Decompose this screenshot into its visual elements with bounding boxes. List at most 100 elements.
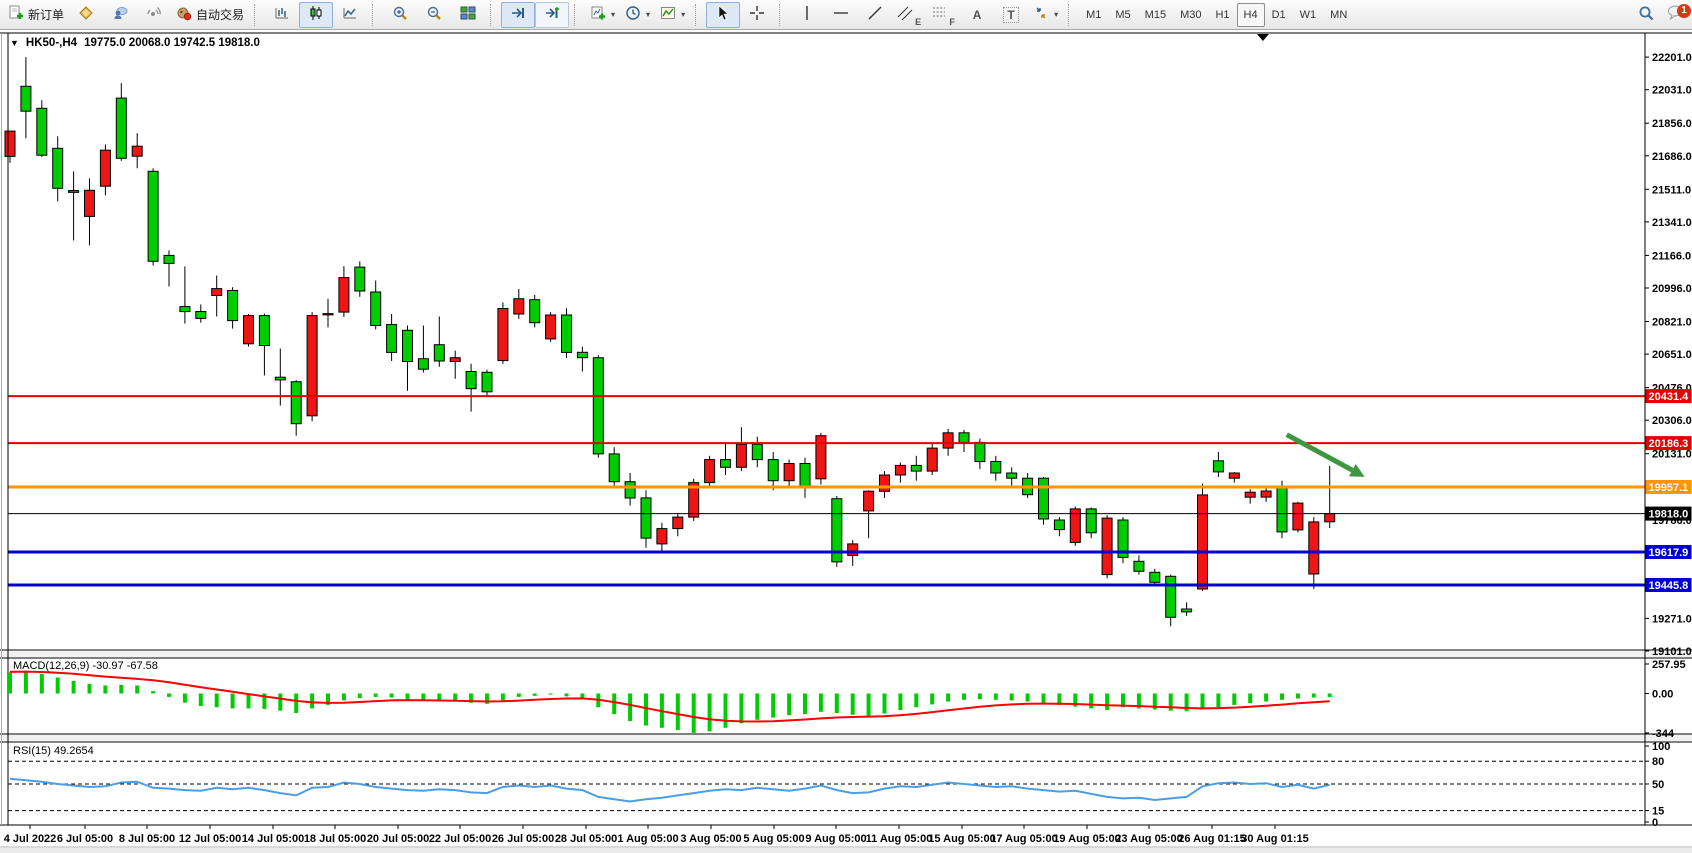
price-tick-label: 22031.0 <box>1652 85 1692 97</box>
pane-splitter[interactable] <box>0 651 1692 657</box>
macd-histogram-bar <box>119 685 123 694</box>
timeframe-m15-button[interactable]: M15 <box>1138 3 1173 27</box>
channel-tool-button[interactable]: E <box>892 2 926 28</box>
market-button[interactable] <box>69 2 103 28</box>
tile-windows-button[interactable] <box>451 2 485 28</box>
vertical-line-tool-button[interactable] <box>790 2 824 28</box>
macd-histogram-bar <box>755 694 759 720</box>
timeframe-m30-button[interactable]: M30 <box>1173 3 1208 27</box>
timeframe-w1-button[interactable]: W1 <box>1293 3 1324 27</box>
macd-histogram-bar <box>1232 694 1236 705</box>
macd-histogram-bar <box>1216 694 1220 708</box>
rsi-scale-label: 80 <box>1652 756 1664 768</box>
macd-histogram-bar <box>390 694 394 698</box>
macd-histogram-bar <box>501 694 505 701</box>
periods-button[interactable]: ▾ <box>620 2 655 28</box>
price-line-badge-label: 19818.0 <box>1649 509 1689 521</box>
price-tick-label: 20306.0 <box>1652 415 1692 427</box>
signal-waves-icon <box>146 5 162 24</box>
symbol-dropdown-icon[interactable]: ▼ <box>10 38 19 48</box>
chart-background <box>0 31 1692 853</box>
timeframe-m5-button[interactable]: M5 <box>1108 3 1137 27</box>
time-tick-label: 11 Aug 05:00 <box>866 833 933 845</box>
template-chart-icon <box>660 5 676 24</box>
time-tick-label: 22 Jul 05:00 <box>429 833 491 845</box>
timeframe-h4-button[interactable]: H4 <box>1237 3 1265 27</box>
zoom-out-button[interactable] <box>417 2 451 28</box>
candle <box>562 308 572 358</box>
line-chart-mode-button[interactable] <box>333 2 367 28</box>
time-tick-label: 8 Jul 05:00 <box>119 833 175 845</box>
macd-histogram-bar <box>215 694 219 708</box>
macd-histogram-bar <box>803 694 807 715</box>
horizontal-line-tool-button[interactable] <box>824 2 858 28</box>
community-button[interactable] <box>103 2 137 28</box>
toolbar-separator <box>490 4 497 26</box>
timeframe-d1-button[interactable]: D1 <box>1265 3 1293 27</box>
trendline-tool-button[interactable] <box>858 2 892 28</box>
macd-histogram-bar <box>40 674 44 694</box>
rsi-pane-label: RSI(15) 49.2654 <box>13 745 94 757</box>
candlestick-mode-button[interactable] <box>299 2 333 28</box>
time-tick-label: 6 Jul 05:00 <box>57 833 113 845</box>
new-order-button[interactable]: 新订单 <box>3 2 69 28</box>
time-tick-label: 18 Jul 05:00 <box>304 833 366 845</box>
chart-shift-icon <box>544 5 560 24</box>
zoom-out-icon <box>426 5 442 24</box>
macd-histogram-bar <box>294 694 298 714</box>
macd-histogram-bar <box>851 694 855 715</box>
bar-chart-mode-button[interactable] <box>265 2 299 28</box>
time-tick-label: 15 Aug 05:00 <box>928 833 995 845</box>
macd-histogram-bar <box>151 691 155 693</box>
macd-scale-label: 0.00 <box>1652 689 1673 701</box>
rsi-scale-label: 50 <box>1652 779 1664 791</box>
macd-histogram-bar <box>898 694 902 711</box>
crosshair-icon <box>749 5 765 24</box>
toolbar-separator <box>254 4 261 26</box>
crosshair-tool-button[interactable] <box>740 2 774 28</box>
macd-histogram-bar <box>1042 694 1046 704</box>
main-toolbar: 新订单 自动交易 <box>0 0 1692 30</box>
price-tick-label: 20651.0 <box>1652 349 1692 361</box>
channel-letter: E <box>915 17 921 27</box>
cursor-tool-button[interactable] <box>706 2 740 28</box>
macd-histogram-bar <box>199 694 203 707</box>
indicators-add-icon <box>590 5 606 24</box>
macd-histogram-bar <box>1201 694 1205 710</box>
window-bottom-strip <box>0 848 1692 853</box>
auto-scroll-button[interactable] <box>501 2 535 28</box>
macd-histogram-bar <box>342 694 346 701</box>
zoom-in-button[interactable] <box>383 2 417 28</box>
fibonacci-tool-button[interactable]: F <box>926 2 960 28</box>
candle <box>530 295 540 328</box>
timeframe-h1-button[interactable]: H1 <box>1208 3 1236 27</box>
macd-histogram-bar <box>1010 694 1014 701</box>
notifications-button[interactable]: 1 <box>1663 3 1689 27</box>
chart-shift-button[interactable] <box>535 2 569 28</box>
macd-histogram-bar <box>612 694 616 715</box>
text-tool-button[interactable]: A <box>960 2 994 28</box>
macd-histogram-bar <box>183 694 187 703</box>
trendline-icon <box>867 5 883 24</box>
indicators-button[interactable]: ▾ <box>585 2 620 28</box>
arrows-tool-button[interactable]: ▾ <box>1028 2 1063 28</box>
macd-histogram-bar <box>962 694 966 700</box>
macd-histogram-bar <box>374 694 378 697</box>
macd-histogram-bar <box>533 694 537 696</box>
signals-button[interactable] <box>137 2 171 28</box>
price-tick-label: 22201.0 <box>1652 52 1692 64</box>
text-label-tool-button[interactable]: T <box>994 2 1028 28</box>
candle <box>1118 517 1128 563</box>
auto-trading-button[interactable]: 自动交易 <box>171 2 249 28</box>
mt4-window: 22201.022031.021856.021686.021511.021341… <box>0 0 1692 853</box>
pane-splitter[interactable] <box>0 735 1692 741</box>
timeframe-m1-button[interactable]: M1 <box>1079 3 1108 27</box>
search-button[interactable] <box>1629 2 1663 28</box>
time-tick-label: 3 Aug 05:00 <box>680 833 741 845</box>
person-cloud-icon <box>112 5 128 24</box>
zoom-in-icon <box>392 5 408 24</box>
timeframe-mn-button[interactable]: MN <box>1323 3 1354 27</box>
chart-canvas[interactable]: 22201.022031.021856.021686.021511.021341… <box>0 0 1692 853</box>
templates-button[interactable]: ▾ <box>655 2 690 28</box>
chevron-down-icon: ▾ <box>681 10 685 19</box>
